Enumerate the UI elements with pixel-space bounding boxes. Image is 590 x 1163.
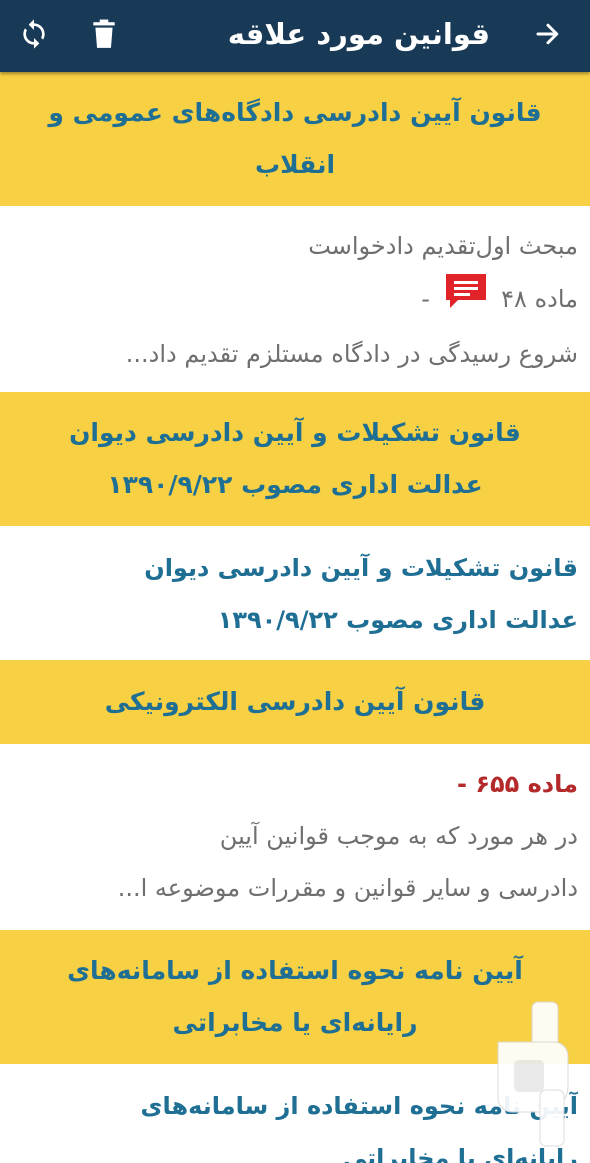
trash-icon[interactable]: [80, 10, 128, 58]
section-header-line: رایانه‌ای یا مخابراتی: [172, 1008, 418, 1037]
law-card[interactable]: مبحث اول‌تقدیم دادخواست ماده ۴۸ - شروع ر…: [0, 206, 590, 392]
section-header[interactable]: قانون آیین دادرسی دادگاه‌های عمومی و انق…: [0, 72, 590, 206]
article-excerpt: شروع رسیدگی در دادگاه مستلزم تقدیم داد..…: [125, 340, 578, 368]
law-card[interactable]: قانون تشکیلات و آیین دادرسی دیوان عدالت …: [0, 526, 590, 660]
law-card[interactable]: ماده ۶۵۵ - در هر مورد که به موجب قوانین …: [0, 744, 590, 930]
section-header-line: آیین نامه نحوه استفاده از سامانه‌های: [67, 956, 523, 985]
comment-icon[interactable]: [444, 272, 488, 328]
article-excerpt: در هر مورد که به موجب قوانین آیین: [219, 822, 578, 850]
section-header-line: قانون تشکیلات و آیین دادرسی دیوان: [69, 418, 521, 447]
law-title-line: عدالت اداری مصوب ۱۳۹۰/۹/۲۲: [217, 606, 578, 634]
section-header[interactable]: قانون آیین دادرسی الکترونیکی: [0, 660, 590, 744]
article-number: ماده ۴۸: [501, 285, 578, 313]
section-header-line: قانون آیین دادرسی دادگاه‌های عمومی و: [48, 98, 542, 127]
arrow-right-icon[interactable]: [524, 10, 572, 58]
article-number: ماده ۶۵۵ -: [457, 770, 578, 798]
app-logo-watermark: [486, 1000, 586, 1150]
article-separator: -: [421, 285, 430, 313]
chapter-subtitle: مبحث اول‌تقدیم دادخواست: [308, 232, 578, 260]
section-header-line: انقلاب: [254, 150, 336, 179]
section-header-line: عدالت اداری مصوب ۱۳۹۰/۹/۲۲: [107, 470, 483, 499]
section-header[interactable]: قانون تشکیلات و آیین دادرسی دیوان عدالت …: [0, 392, 590, 526]
article-row: ماده ۴۸ -: [12, 272, 578, 328]
article-excerpt: دادرسی و سایر قوانین و مقررات موضوعه ا..…: [117, 874, 578, 902]
app-bar: قوانین مورد علاقه: [0, 0, 590, 72]
section-header-line: قانون آیین دادرسی الکترونیکی: [104, 687, 486, 716]
law-title-line: قانون تشکیلات و آیین دادرسی دیوان: [144, 554, 578, 582]
page-title: قوانین مورد علاقه: [227, 17, 490, 51]
sync-icon[interactable]: [10, 10, 58, 58]
